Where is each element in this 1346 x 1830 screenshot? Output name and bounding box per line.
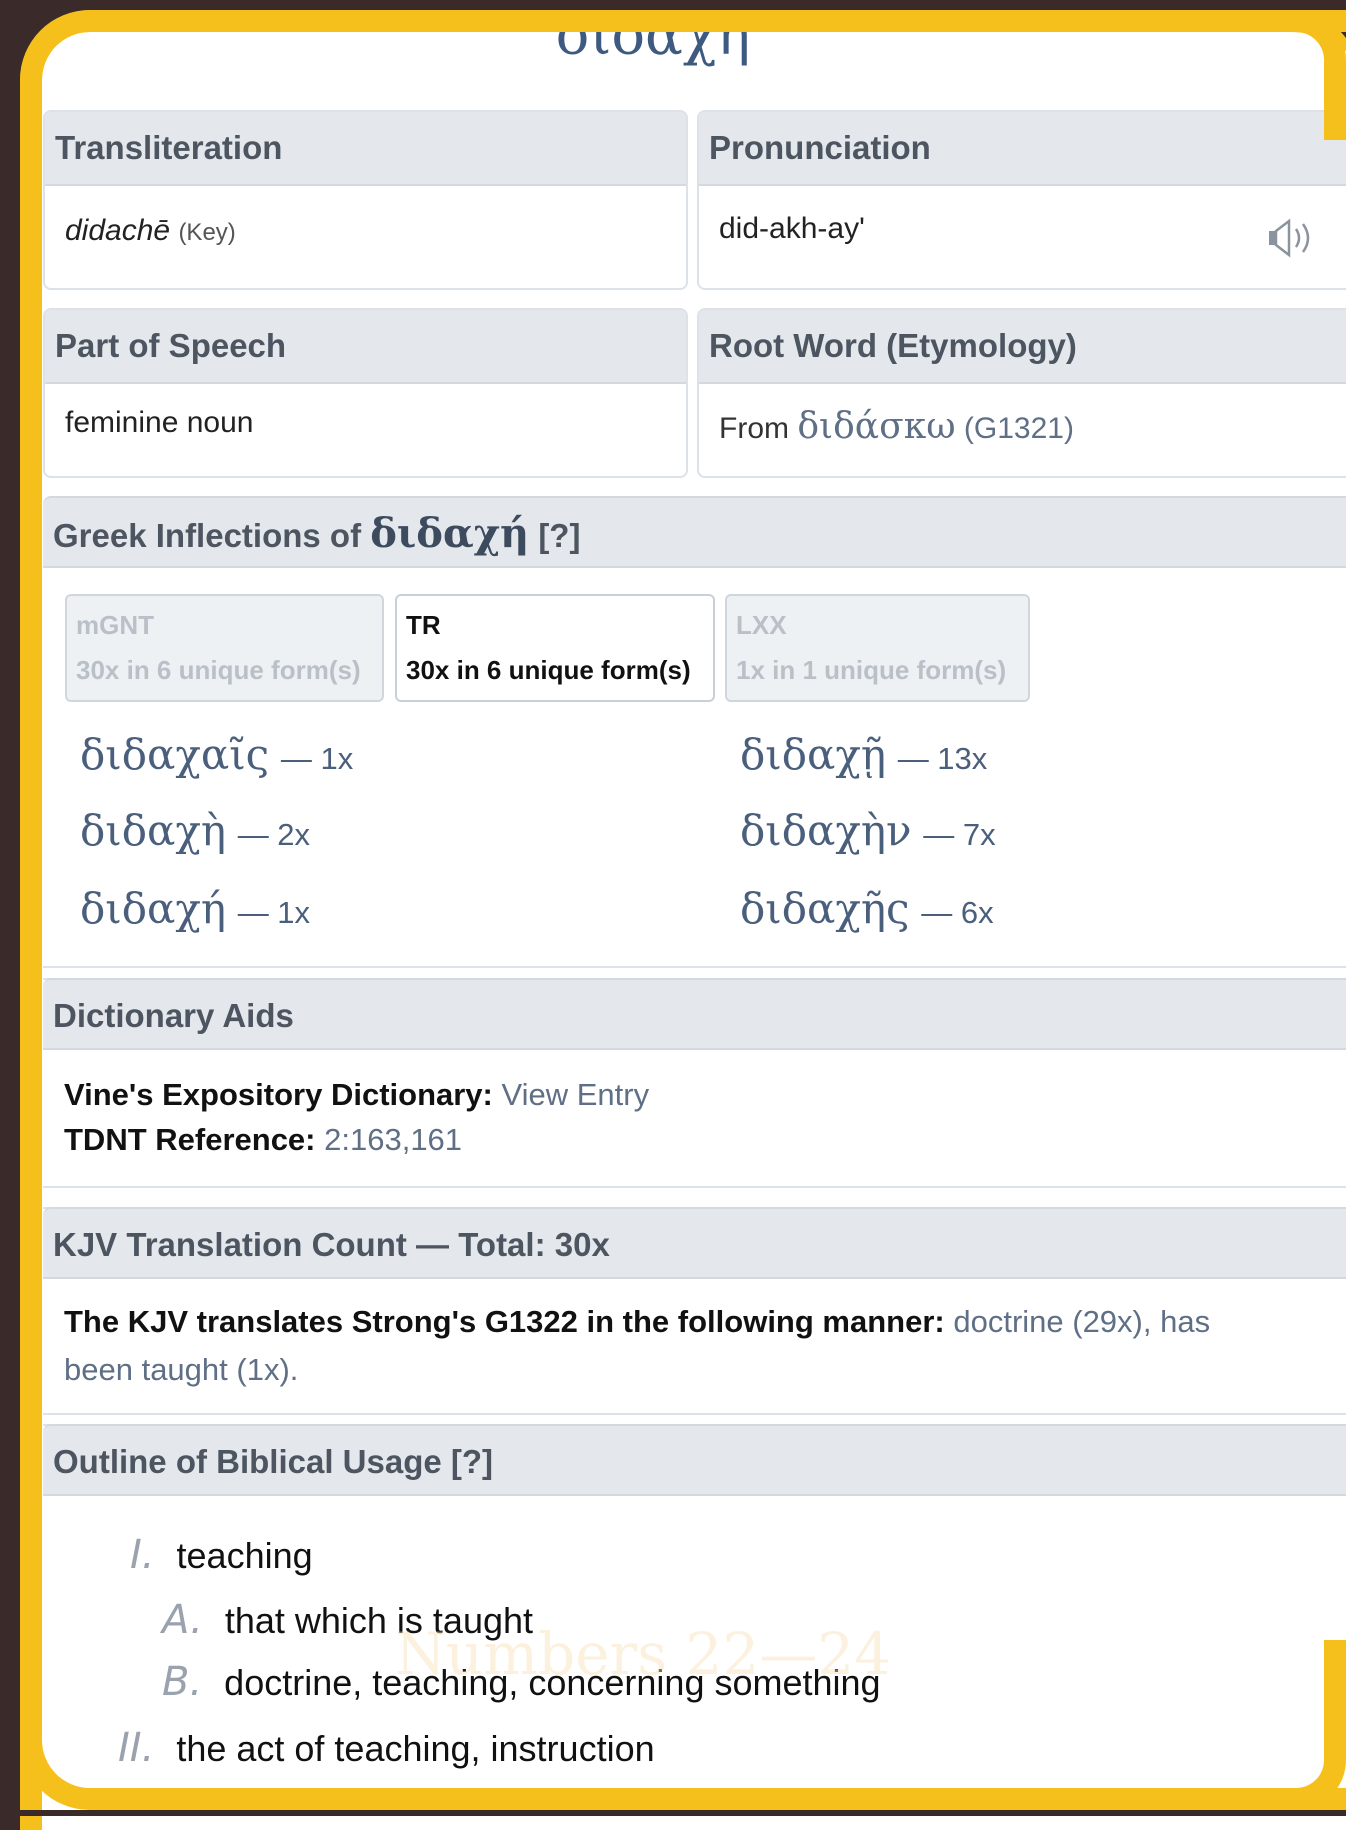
inflections-heading-greek: διδαχή <box>370 510 530 557</box>
inflection-count: — 13x <box>897 741 988 776</box>
tab-lxx[interactable]: LXX 1x in 1 unique form(s) <box>725 594 1030 702</box>
kjv-line-1: The KJV translates Strong's G1322 in the… <box>64 1304 1210 1340</box>
transliteration-heading: Transliteration <box>45 112 686 186</box>
part-of-speech-card: Part of Speech feminine noun <box>43 308 688 478</box>
tdnt-value: 2:163,161 <box>324 1122 463 1157</box>
inflection-count: — 1x <box>280 741 354 776</box>
inflection-greek: διδαχή <box>80 884 227 933</box>
inflections-help-link[interactable]: [?] <box>538 517 580 554</box>
vine-line: Vine's Expository Dictionary: View Entry <box>64 1077 649 1113</box>
bottom-edge <box>0 1810 1346 1816</box>
part-of-speech-heading: Part of Speech <box>45 310 686 384</box>
inflections-heading-prefix: Greek Inflections of <box>53 517 362 554</box>
outline-item: I. teaching <box>130 1532 313 1578</box>
outline-text: the act of teaching, instruction <box>176 1728 655 1769</box>
root-word-card: Root Word (Etymology) From διδάσκω (G132… <box>697 308 1346 478</box>
outline-number: I. <box>130 1532 155 1578</box>
tab-mgnt[interactable]: mGNT 30x in 6 unique form(s) <box>65 594 384 702</box>
inflection-count: — 6x <box>921 895 994 930</box>
inflection-form[interactable]: διδαχὴ — 2x <box>80 806 310 855</box>
root-word-prefix: From <box>719 412 789 445</box>
root-word-greek-link[interactable]: διδάσκω <box>797 406 955 447</box>
inflection-count: — 2x <box>237 817 311 852</box>
vine-view-entry-link[interactable]: View Entry <box>502 1077 650 1112</box>
inflection-greek: διδαχῇ <box>740 730 887 779</box>
tab-lxx-name: LXX <box>736 610 787 640</box>
outline-heading: Outline of Biblical Usage [?] <box>43 1424 1346 1496</box>
inflection-greek: διδαχὴ <box>80 806 227 855</box>
outline-number: B. <box>162 1659 203 1705</box>
tab-tr-name: TR <box>406 610 441 640</box>
inflection-greek: διδαχαῖς <box>80 730 270 779</box>
kjv-line-2: been taught (1x). <box>64 1352 299 1387</box>
outline-number: II. <box>118 1725 155 1771</box>
root-word-ref-link[interactable]: (G1321) <box>964 412 1074 445</box>
transliteration-card: Transliteration didachē (Key) <box>43 110 688 290</box>
kjv-heading: KJV Translation Count — Total: 30x <box>43 1207 1346 1279</box>
tab-tr-count: 30x in 6 unique form(s) <box>406 655 691 685</box>
key-link[interactable]: (Key) <box>178 219 235 246</box>
outline-number: A. <box>162 1597 203 1643</box>
inflection-form[interactable]: διδαχαῖς — 1x <box>80 730 353 779</box>
transliteration-value: didachē <box>65 214 171 247</box>
inflection-form[interactable]: διδαχῇ — 13x <box>740 730 987 779</box>
part-of-speech-value: feminine noun <box>65 406 254 439</box>
kjv-intro: The KJV translates Strong's G1322 in the… <box>64 1304 945 1339</box>
vine-label: Vine's Expository Dictionary: <box>64 1077 493 1112</box>
root-word-heading: Root Word (Etymology) <box>699 310 1346 384</box>
inflection-form[interactable]: διδαχῆς — 6x <box>740 884 994 933</box>
tab-mgnt-name: mGNT <box>76 610 154 640</box>
tdnt-label: TDNT Reference: <box>64 1122 316 1157</box>
inflection-count: — 7x <box>923 817 996 852</box>
page-title: διδαχή <box>555 3 751 68</box>
pronunciation-heading: Pronunciation <box>699 112 1346 186</box>
inflection-greek: διδαχῆς <box>740 884 910 933</box>
kjv-translations: doctrine (29x), has <box>953 1304 1211 1339</box>
outline-item: II. the act of teaching, instruction <box>118 1725 655 1771</box>
dictionary-aids-heading: Dictionary Aids <box>43 978 1346 1050</box>
inflection-greek: διδαχὴν <box>740 806 912 855</box>
gold-frame-corner-br <box>1296 1640 1346 1810</box>
outline-text: teaching <box>176 1535 313 1576</box>
tab-mgnt-count: 30x in 6 unique form(s) <box>76 655 361 685</box>
tab-tr[interactable]: TR 30x in 6 unique form(s) <box>395 594 715 702</box>
inflection-form[interactable]: διδαχὴν — 7x <box>740 806 996 855</box>
tab-lxx-count: 1x in 1 unique form(s) <box>736 655 1007 685</box>
pronunciation-value: did-akh-ay' <box>719 212 865 245</box>
left-edge <box>0 0 20 1816</box>
pronunciation-card: Pronunciation did-akh-ay' <box>697 110 1346 290</box>
top-edge <box>0 0 1346 10</box>
speaker-icon[interactable] <box>1267 216 1321 260</box>
watermark-text: Numbers 22—24 <box>395 1620 892 1688</box>
tdnt-line: TDNT Reference: 2:163,161 <box>64 1122 462 1158</box>
inflections-heading: Greek Inflections of διδαχή [?] <box>43 496 1346 568</box>
inflection-count: — 1x <box>237 895 311 930</box>
inflection-form[interactable]: διδαχή — 1x <box>80 884 310 933</box>
